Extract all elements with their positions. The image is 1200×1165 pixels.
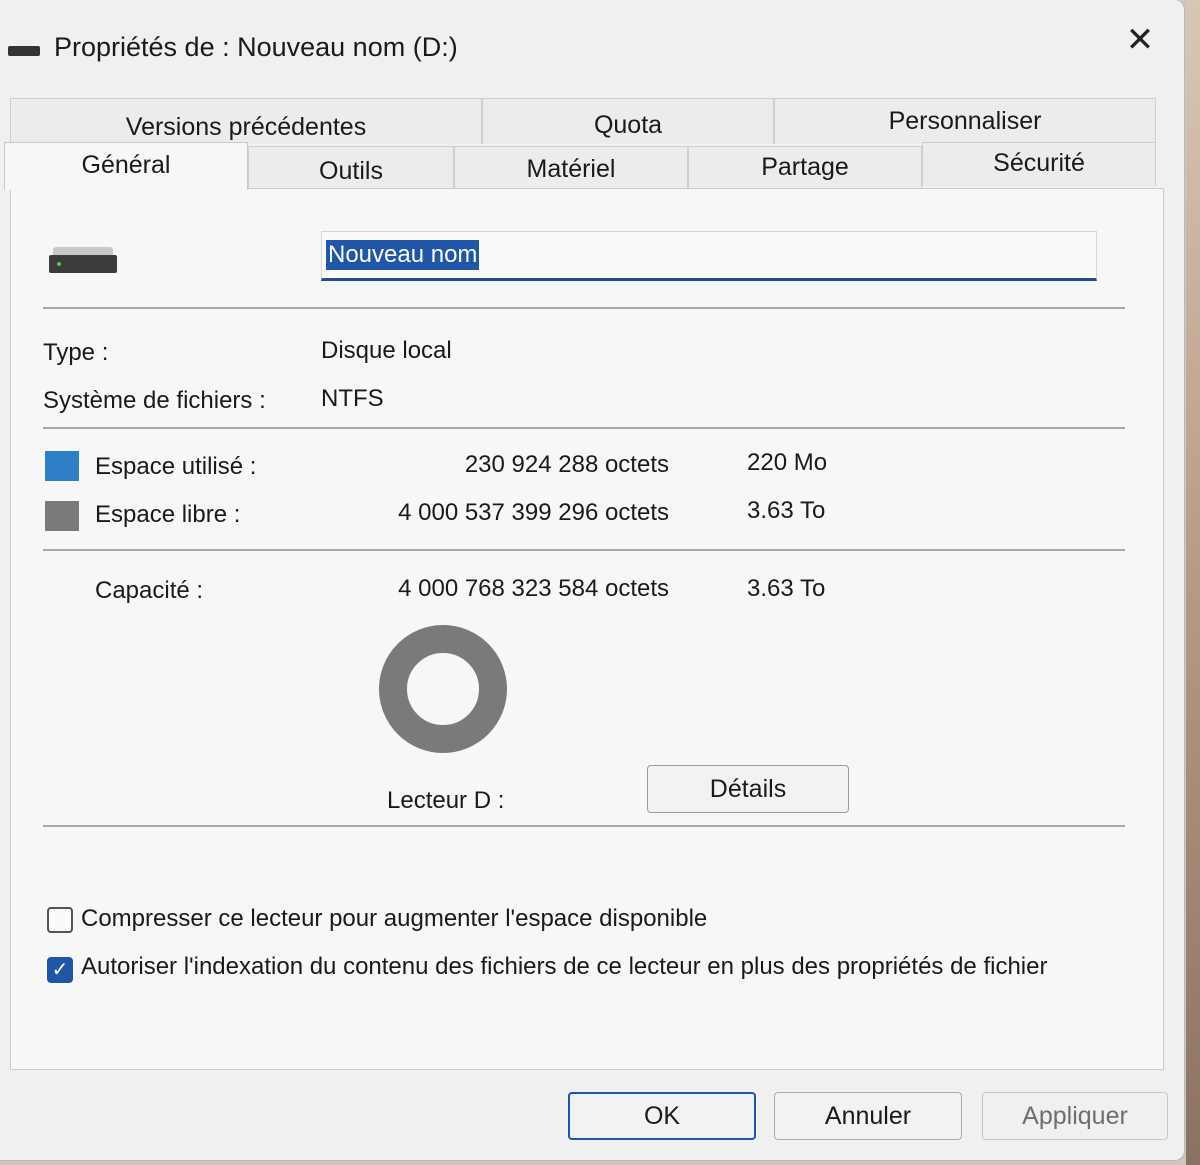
free-space-size: 3.63 To [747,497,826,524]
tab-label: Quota [593,111,663,139]
tab-tools[interactable]: Outils [248,146,454,188]
drive-name-value: Nouveau nom [326,240,480,270]
compress-checkbox[interactable] [47,907,73,933]
divider [43,825,1125,827]
tab-strip: Versions précédentes Quota Personnaliser… [4,98,1158,190]
capacity-bytes: 4 000 768 323 584 octets [398,575,669,602]
drive-letter-label: Lecteur D : [387,787,505,814]
cancel-button[interactable]: Annuler [774,1092,962,1140]
tab-security[interactable]: Sécurité [922,142,1156,186]
capacity-size: 3.63 To [747,575,826,602]
free-space-swatch [45,501,79,531]
divider [43,427,1125,429]
tab-general[interactable]: Général [4,142,248,190]
free-space-label: Espace libre : [95,501,241,528]
general-panel: Nouveau nom Type : Disque local Système … [10,188,1164,1070]
filesystem-label: Système de fichiers : [43,387,266,414]
divider [43,549,1125,551]
window-title: Propriétés de : Nouveau nom (D:) [54,32,458,62]
tab-label: Partage [761,153,849,181]
divider [43,307,1125,309]
free-space-bytes: 4 000 537 399 296 octets [398,499,669,526]
indexing-label: Autoriser l'indexation du contenu des fi… [81,953,1048,980]
tab-label: Matériel [526,155,616,183]
tab-hardware[interactable]: Matériel [454,146,688,188]
drive-name-input[interactable]: Nouveau nom [321,231,1097,281]
type-value: Disque local [321,337,452,364]
compress-label: Compresser ce lecteur pour augmenter l'e… [81,905,708,932]
apply-button[interactable]: Appliquer [982,1092,1168,1140]
indexing-checkbox[interactable]: ✓ [47,957,73,983]
desktop-background [1186,0,1200,1165]
tab-customize[interactable]: Personnaliser [774,98,1156,144]
tab-label: Personnaliser [888,107,1042,135]
tab-label: Outils [319,157,383,185]
properties-dialog: Propriétés de : Nouveau nom (D:) ✕ Versi… [0,0,1185,1161]
title-bar: Propriétés de : Nouveau nom (D:) ✕ [0,0,1184,96]
details-button[interactable]: Détails [647,765,849,813]
close-button[interactable]: ✕ [1112,18,1168,62]
usage-donut-chart [379,625,507,753]
tab-label: Général [81,151,171,179]
hard-drive-icon [49,247,117,273]
capacity-label: Capacité : [95,577,204,604]
filesystem-value: NTFS [321,385,384,412]
tab-previous-versions[interactable]: Versions précédentes [10,98,482,144]
used-space-swatch [45,451,79,481]
drive-title-icon [8,46,40,56]
tab-quota[interactable]: Quota [482,98,774,144]
tab-label: Versions précédentes [125,113,367,141]
ok-button[interactable]: OK [568,1092,756,1140]
type-label: Type : [43,339,109,366]
used-space-bytes: 230 924 288 octets [464,451,669,478]
used-space-label: Espace utilisé : [95,453,257,480]
tab-sharing[interactable]: Partage [688,146,922,188]
used-space-size: 220 Mo [747,449,828,476]
tab-label: Sécurité [993,149,1085,177]
free-space-ring [379,625,507,753]
